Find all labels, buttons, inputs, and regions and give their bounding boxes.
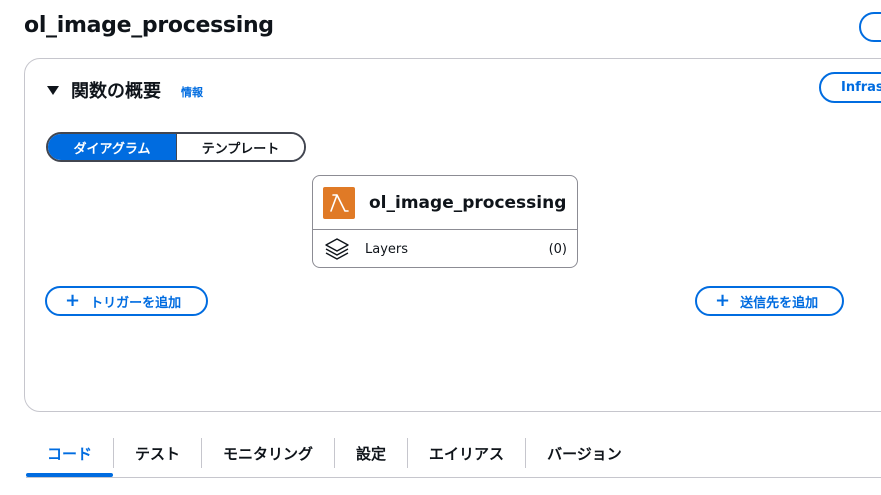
add-trigger-label: トリガーを追加 — [90, 295, 182, 311]
add-trigger-button[interactable]: + トリガーを追加 — [45, 286, 208, 316]
panel-title: 関数の概要 — [71, 81, 161, 102]
info-link[interactable]: 情報 — [181, 84, 203, 100]
tab-code[interactable]: コード — [26, 438, 113, 477]
caret-down-icon[interactable] — [47, 86, 59, 95]
view-toggle: ダイアグラム テンプレート — [46, 132, 306, 162]
page-title: ol_image_processing — [24, 13, 274, 38]
diagram-toggle-option[interactable]: ダイアグラム — [48, 134, 177, 160]
tabs-divider — [26, 477, 881, 478]
tab-versions[interactable]: バージョン — [525, 438, 643, 468]
panel-header[interactable]: 関数の概要 情報 — [47, 77, 203, 103]
plus-icon: + — [715, 290, 731, 311]
template-toggle-option[interactable]: テンプレート — [177, 134, 304, 160]
infrastructure-composer-button[interactable]: Infrast — [819, 72, 881, 103]
tab-aliases[interactable]: エイリアス — [407, 438, 525, 468]
tab-configuration[interactable]: 設定 — [334, 438, 407, 468]
function-card[interactable]: ol_image_processing Layers (0) — [312, 175, 578, 268]
layers-count: (0) — [548, 241, 567, 257]
add-destination-label: 送信先を追加 — [740, 295, 819, 311]
header-action-button[interactable] — [859, 12, 881, 42]
tab-test[interactable]: テスト — [113, 438, 201, 468]
layers-row[interactable]: Layers (0) — [313, 230, 577, 267]
function-overview-panel: 関数の概要 情報 Infrast ダイアグラム テンプレート ol_image_… — [24, 58, 881, 412]
layers-icon — [323, 236, 353, 262]
lambda-icon — [323, 186, 355, 219]
plus-icon: + — [65, 290, 81, 311]
function-tabs: コード テスト モニタリング 設定 エイリアス バージョン — [26, 438, 643, 478]
function-name: ol_image_processing — [369, 192, 567, 213]
function-card-header[interactable]: ol_image_processing — [313, 176, 577, 230]
tab-monitoring[interactable]: モニタリング — [201, 438, 334, 468]
layers-label: Layers — [365, 241, 409, 257]
add-destination-button[interactable]: + 送信先を追加 — [695, 286, 844, 316]
